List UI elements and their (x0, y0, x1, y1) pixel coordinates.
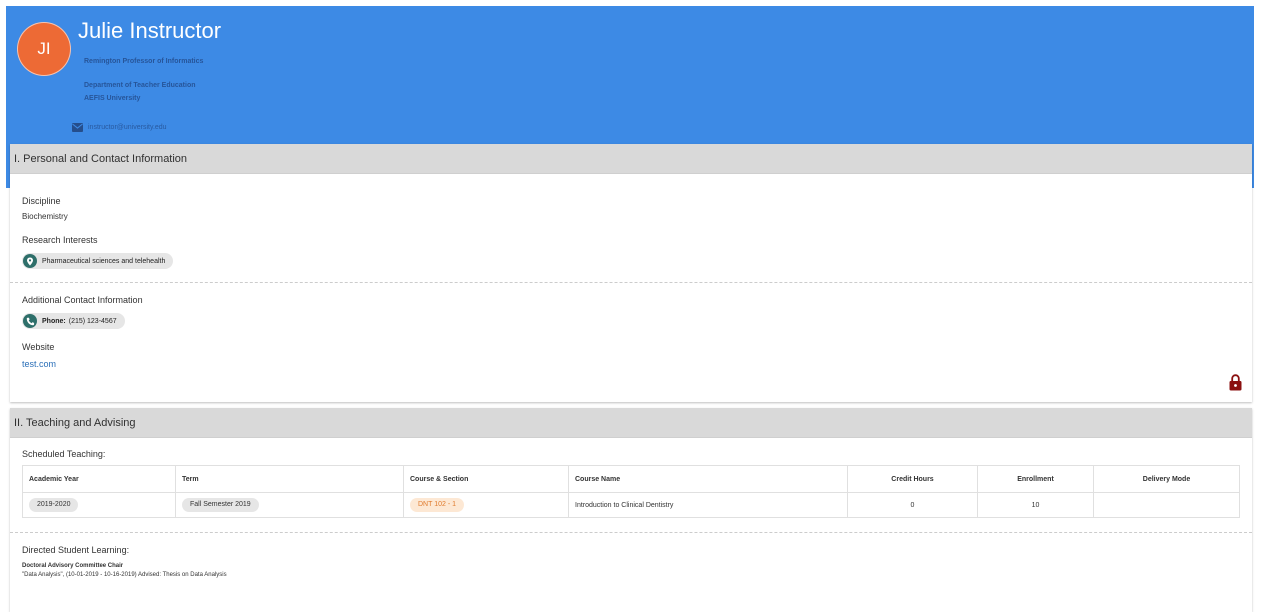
profile-university: AEFIS University (84, 95, 141, 102)
cell-delivery-mode (1093, 492, 1240, 518)
teaching-advising-section: II. Teaching and Advising Scheduled Teac… (10, 408, 1252, 612)
avatar-initials: JI (37, 39, 51, 58)
col-delivery-mode[interactable]: Delivery Mode (1093, 465, 1240, 493)
cell-course-section: DNT 102 - 1 (403, 492, 569, 518)
phone-label: Phone: (42, 317, 66, 325)
section-divider (10, 282, 1252, 283)
course-section-chip[interactable]: DNT 102 - 1 (410, 498, 464, 512)
col-credit-hours[interactable]: Credit Hours (847, 465, 978, 493)
col-course-name[interactable]: Course Name (568, 465, 848, 493)
profile-department: Department of Teacher Education (84, 82, 196, 89)
directed-role: Doctoral Advisory Committee Chair (22, 563, 124, 569)
cell-credit-hours: 0 (847, 492, 978, 518)
col-term[interactable]: Term (175, 465, 404, 493)
directed-detail: "Data Analysis", (10-01-2019 - 10-16-201… (22, 572, 227, 578)
cell-term: Fall Semester 2019 (175, 492, 404, 518)
cell-enrollment: 10 (977, 492, 1094, 518)
section-title-personal: I. Personal and Contact Information (10, 144, 1252, 174)
academic-year-chip: 2019-2020 (29, 498, 79, 512)
profile-title: Remington Professor of Informatics (84, 58, 204, 65)
scheduled-teaching-label: Scheduled Teaching: (22, 449, 106, 459)
cell-academic-year: 2019-2020 (22, 492, 176, 518)
col-course-section[interactable]: Course & Section (403, 465, 569, 493)
col-academic-year[interactable]: Academic Year (22, 465, 176, 493)
profile-email-row[interactable]: instructor@university.edu (72, 123, 167, 132)
table-header-row: Academic Year Term Course & Section Cour… (22, 465, 1240, 493)
research-interest-chip[interactable]: Pharmaceutical sciences and telehealth (22, 253, 174, 269)
section-title-teaching: II. Teaching and Advising (10, 408, 1252, 438)
term-chip: Fall Semester 2019 (182, 498, 259, 512)
profile-email[interactable]: instructor@university.edu (88, 124, 167, 131)
phone-chip[interactable]: Phone: (215) 123-4567 (22, 313, 125, 329)
additional-contact-label: Additional Contact Information (22, 295, 143, 305)
cell-course-name: Introduction to Clinical Dentistry (568, 492, 848, 518)
location-pin-icon (23, 254, 37, 268)
phone-value: (215) 123-4567 (68, 317, 117, 325)
discipline-value: Biochemistry (22, 212, 68, 221)
avatar: JI (17, 22, 71, 76)
section-divider (10, 532, 1252, 533)
directed-learning-label: Directed Student Learning: (22, 545, 130, 555)
lock-icon[interactable] (1229, 374, 1242, 396)
discipline-label: Discipline (22, 196, 61, 206)
research-interests-label: Research Interests (22, 235, 98, 245)
personal-contact-section: I. Personal and Contact Information Disc… (10, 144, 1252, 402)
envelope-icon (72, 123, 83, 132)
research-interest-text: Pharmaceutical sciences and telehealth (42, 257, 166, 265)
table-row: 2019-2020 Fall Semester 2019 DNT 102 - 1… (22, 492, 1240, 518)
phone-icon (23, 314, 37, 328)
col-enrollment[interactable]: Enrollment (977, 465, 1094, 493)
website-label: Website (22, 342, 55, 352)
scheduled-teaching-table: Academic Year Term Course & Section Cour… (22, 465, 1240, 518)
website-link[interactable]: test.com (22, 359, 56, 369)
profile-name: Julie Instructor (78, 18, 222, 43)
